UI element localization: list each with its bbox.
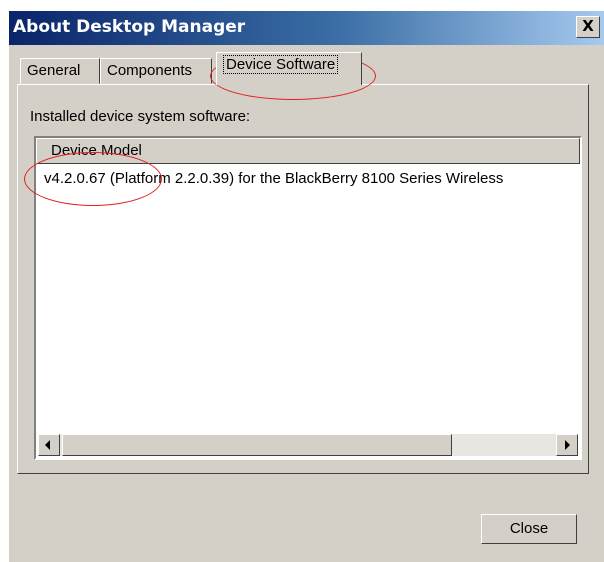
window-title: About Desktop Manager [13,17,246,37]
device-software-list[interactable]: Device Model v4.2.0.67 (Platform 2.2.0.3… [34,136,582,460]
scroll-left-arrow-icon [45,440,50,450]
installed-software-label: Installed device system software: [30,108,251,125]
tab-general[interactable]: General [20,58,100,84]
list-item[interactable]: v4.2.0.67 (Platform 2.2.0.39) for the Bl… [44,170,503,187]
tab-components-label: Components [107,62,193,79]
scroll-right-button[interactable] [556,434,578,456]
close-button[interactable]: Close [481,514,577,544]
horizontal-scrollbar[interactable] [38,434,578,456]
scroll-left-button[interactable] [38,434,60,456]
title-bar[interactable]: About Desktop Manager [9,11,604,45]
scroll-right-arrow-icon [565,440,570,450]
tab-general-label: General [27,62,81,79]
tab-device-software-label: Device Software [223,55,339,74]
scrollbar-thumb[interactable] [62,434,452,456]
column-header-device-model[interactable]: Device Model [36,138,580,164]
window-close-button[interactable]: X [576,16,600,38]
tab-components[interactable]: Components [100,58,212,84]
tab-device-software[interactable]: Device Software [216,52,362,85]
column-header-label: Device Model [51,142,142,159]
